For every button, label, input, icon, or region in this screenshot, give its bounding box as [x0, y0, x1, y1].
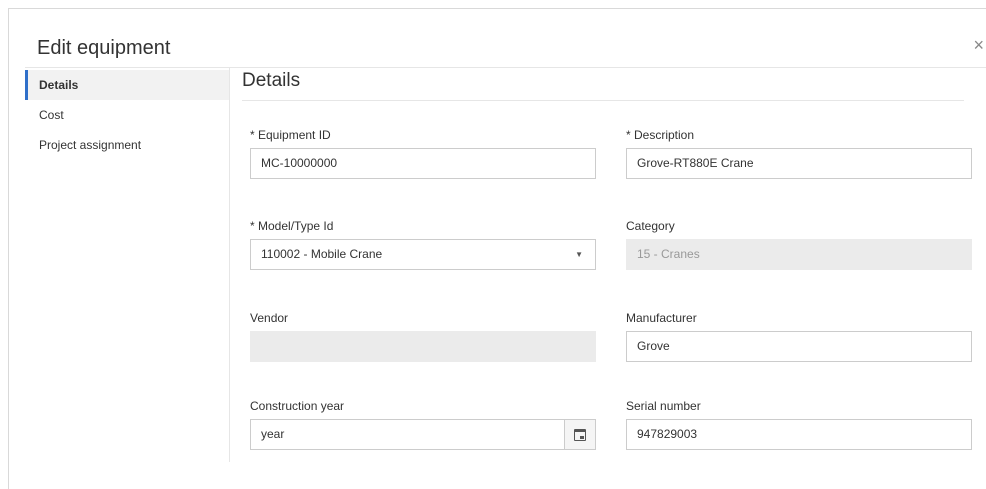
- manufacturer-input[interactable]: Grove: [626, 331, 972, 362]
- construction-year-field: Construction year year: [250, 398, 596, 450]
- section-title: Details: [242, 70, 964, 101]
- close-icon[interactable]: ×: [973, 35, 984, 55]
- manufacturer-value: Grove: [637, 339, 670, 353]
- category-value: 15 - Cranes: [637, 247, 700, 261]
- chevron-down-icon: ▼: [575, 250, 583, 259]
- category-input: 15 - Cranes: [626, 239, 972, 270]
- calendar-icon: [574, 428, 586, 441]
- dialog-title: Edit equipment: [37, 37, 171, 59]
- header-divider: [25, 67, 986, 68]
- serial-number-field: Serial number 947829003: [626, 398, 972, 450]
- category-field: Category 15 - Cranes: [626, 218, 972, 270]
- serial-number-value: 947829003: [637, 427, 698, 441]
- model-type-value: 110002 - Mobile Crane: [261, 247, 383, 261]
- date-picker-button[interactable]: [564, 420, 595, 449]
- equipment-id-label: * Equipment ID: [250, 128, 331, 142]
- sidebar-divider: [229, 68, 230, 462]
- construction-year-label: Construction year: [250, 399, 345, 413]
- manufacturer-field: Manufacturer Grove: [626, 310, 972, 362]
- category-label: Category: [626, 219, 675, 233]
- model-type-field: * Model/Type Id 110002 - Mobile Crane ▼: [250, 218, 596, 270]
- serial-number-input[interactable]: 947829003: [626, 419, 972, 450]
- model-type-select[interactable]: 110002 - Mobile Crane ▼: [250, 239, 596, 270]
- serial-number-label: Serial number: [626, 399, 701, 413]
- details-panel: Details: [242, 70, 966, 101]
- sidebar-item-project-assignment[interactable]: Project assignment: [25, 130, 230, 160]
- sidebar-nav: Details Cost Project assignment: [25, 70, 230, 460]
- vendor-field: Vendor: [250, 310, 596, 362]
- model-type-label: * Model/Type Id: [250, 219, 334, 233]
- vendor-input: [250, 331, 596, 362]
- equipment-id-field: * Equipment ID MC-10000000: [250, 127, 596, 179]
- equipment-id-value: MC-10000000: [261, 156, 338, 170]
- description-field: * Description Grove-RT880E Crane: [626, 127, 972, 179]
- vendor-label: Vendor: [250, 311, 289, 325]
- description-label: * Description: [626, 128, 695, 142]
- sidebar-item-cost[interactable]: Cost: [25, 100, 230, 130]
- description-input[interactable]: Grove-RT880E Crane: [626, 148, 972, 179]
- manufacturer-label: Manufacturer: [626, 311, 697, 325]
- construction-year-value: year: [261, 427, 285, 441]
- sidebar-item-details[interactable]: Details: [25, 70, 230, 100]
- equipment-id-input[interactable]: MC-10000000: [250, 148, 596, 179]
- construction-year-input[interactable]: year: [250, 419, 596, 450]
- description-value: Grove-RT880E Crane: [637, 156, 754, 170]
